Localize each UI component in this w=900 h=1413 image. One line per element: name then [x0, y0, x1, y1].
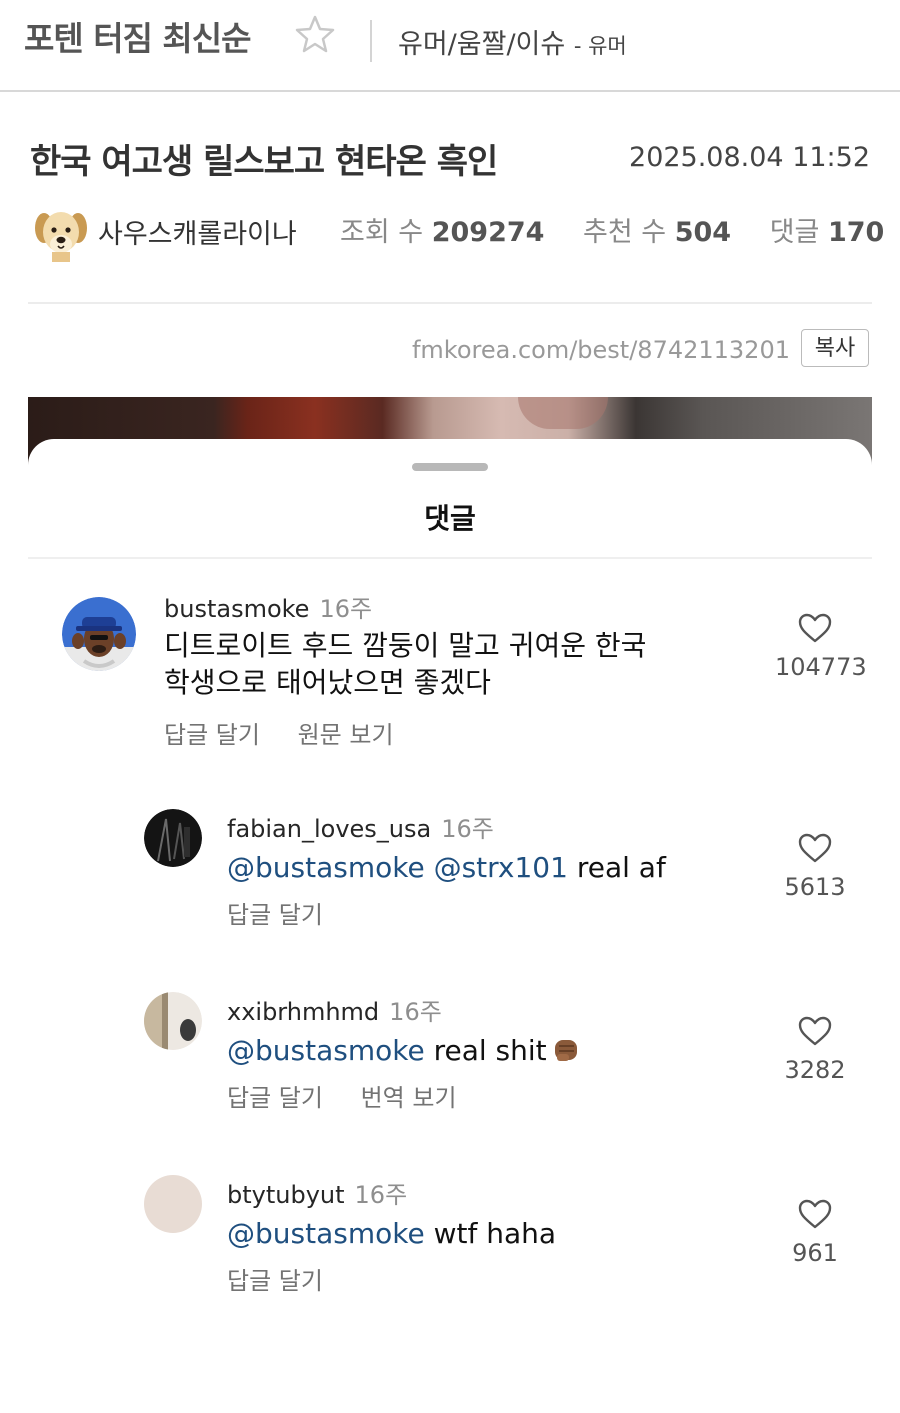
post-header-divider	[28, 302, 872, 304]
comment-time: 16주	[441, 815, 494, 843]
comment-actions: 답글 달기 원문 보기	[164, 715, 424, 750]
comment-text-line: 학생으로 태어났으면 좋겠다	[164, 666, 491, 699]
comment-mention[interactable]: @bustasmoke @strx101	[227, 851, 568, 884]
copy-url-button[interactable]: 복사	[801, 329, 869, 367]
post-url[interactable]: fmkorea.com/best/8742113201	[412, 336, 790, 364]
like-control[interactable]: 104773	[775, 613, 867, 681]
heart-icon[interactable]	[798, 1016, 832, 1046]
comment-body: real af	[567, 851, 666, 884]
like-count: 104773	[775, 653, 867, 681]
comments-stat[interactable]: 댓글 170	[770, 217, 885, 248]
star-icon[interactable]	[295, 14, 335, 54]
video-thumbnail-detail	[518, 397, 608, 429]
comment-body: wtf haha	[424, 1217, 557, 1250]
user-avatar[interactable]	[144, 992, 202, 1050]
header-divider	[370, 20, 372, 62]
comments-count: 170	[827, 217, 885, 248]
breadcrumb-category[interactable]: 유머/움짤/이슈	[398, 29, 565, 60]
reply-button[interactable]: 답글 달기	[227, 1084, 323, 1112]
dog-avatar-icon[interactable]	[32, 204, 90, 262]
comments-sheet: 댓글 bustasmoke 16주 디트로이트 후드 깜둥이 말고 귀여운 한국 …	[28, 439, 872, 1413]
comment-body: real shit	[424, 1034, 547, 1067]
comment-username[interactable]: xxibrhmhmd 16주	[227, 992, 442, 1027]
comment-text: @bustasmoke @strx101 real af	[227, 849, 666, 886]
fist-emoji-icon	[554, 1040, 577, 1061]
board-header: 포텐 터짐 최신순 유머/움짤/이슈 - 유머	[0, 0, 900, 92]
post-stats: 조회 수 209274 추천 수 504 댓글 170	[340, 210, 900, 249]
user-avatar[interactable]	[144, 1175, 202, 1233]
see-original-button[interactable]: 원문 보기	[298, 721, 394, 749]
comment-actions: 답글 달기	[227, 1261, 353, 1296]
embedded-screenshot: 댓글 bustasmoke 16주 디트로이트 후드 깜둥이 말고 귀여운 한국 …	[28, 397, 872, 1413]
comment-mention[interactable]: @bustasmoke	[227, 1217, 425, 1250]
username-text[interactable]: fabian_loves_usa	[227, 815, 431, 843]
comment-username[interactable]: fabian_loves_usa 16주	[227, 809, 494, 844]
comment-time: 16주	[354, 1181, 408, 1209]
heart-icon[interactable]	[798, 1199, 832, 1229]
like-control[interactable]: 3282	[775, 1016, 855, 1084]
board-name[interactable]: 포텐 터짐 최신순	[24, 12, 251, 60]
post-title: 한국 여고생 릴스보고 현타온 흑인	[30, 142, 498, 182]
comment-text-line: 디트로이트 후드 깜둥이 말고 귀여운 한국	[164, 629, 647, 662]
recommend-label: 추천 수	[583, 217, 667, 248]
comments-label: 댓글	[769, 217, 820, 248]
reply-button[interactable]: 답글 달기	[227, 901, 323, 929]
heart-icon[interactable]	[798, 613, 832, 643]
comment-text: @bustasmoke wtf haha	[227, 1215, 556, 1252]
comment-text: @bustasmoke real shit	[227, 1032, 581, 1069]
username-text[interactable]: xxibrhmhmd	[227, 998, 379, 1026]
heart-icon[interactable]	[798, 833, 832, 863]
comment-text: 디트로이트 후드 깜둥이 말고 귀여운 한국 학생으로 태어났으면 좋겠다	[164, 627, 646, 701]
views-label: 조회 수	[340, 217, 424, 248]
recommend-count: 504	[674, 217, 732, 248]
comment-actions: 답글 달기	[227, 895, 353, 930]
user-avatar[interactable]	[144, 809, 202, 867]
user-avatar[interactable]	[62, 597, 136, 671]
sheet-divider	[28, 557, 872, 559]
breadcrumb-subcategory[interactable]: - 유머	[574, 34, 627, 58]
reply-button[interactable]: 답글 달기	[164, 721, 260, 749]
comment-time: 16주	[319, 595, 373, 623]
comment-actions: 답글 달기 번역 보기	[227, 1078, 487, 1113]
username-text[interactable]: bustasmoke	[164, 595, 309, 623]
post-date: 2025.08.04 11:52	[629, 142, 870, 173]
see-translation-button[interactable]: 번역 보기	[361, 1084, 457, 1112]
comment-mention[interactable]: @bustasmoke	[227, 1034, 425, 1067]
like-count: 3282	[784, 1056, 846, 1084]
reply-button[interactable]: 답글 달기	[227, 1267, 323, 1295]
username-text[interactable]: btytubyut	[227, 1181, 345, 1209]
comment-username[interactable]: btytubyut 16주	[227, 1175, 407, 1210]
like-control[interactable]: 961	[775, 1199, 855, 1267]
like-control[interactable]: 5613	[775, 833, 855, 901]
views-stat: 조회 수 209274	[340, 217, 544, 248]
like-count: 5613	[784, 873, 846, 901]
views-count: 209274	[431, 217, 545, 248]
comment-username[interactable]: bustasmoke 16주	[164, 589, 372, 624]
breadcrumb[interactable]: 유머/움짤/이슈 - 유머	[398, 22, 627, 61]
like-count: 961	[792, 1239, 838, 1267]
recommend-stat: 추천 수 504	[583, 217, 731, 248]
sheet-drag-handle[interactable]	[412, 463, 488, 471]
comment-time: 16주	[389, 998, 442, 1026]
author-name[interactable]: 사우스캐롤라이나	[98, 212, 297, 251]
sheet-title: 댓글	[424, 502, 476, 535]
